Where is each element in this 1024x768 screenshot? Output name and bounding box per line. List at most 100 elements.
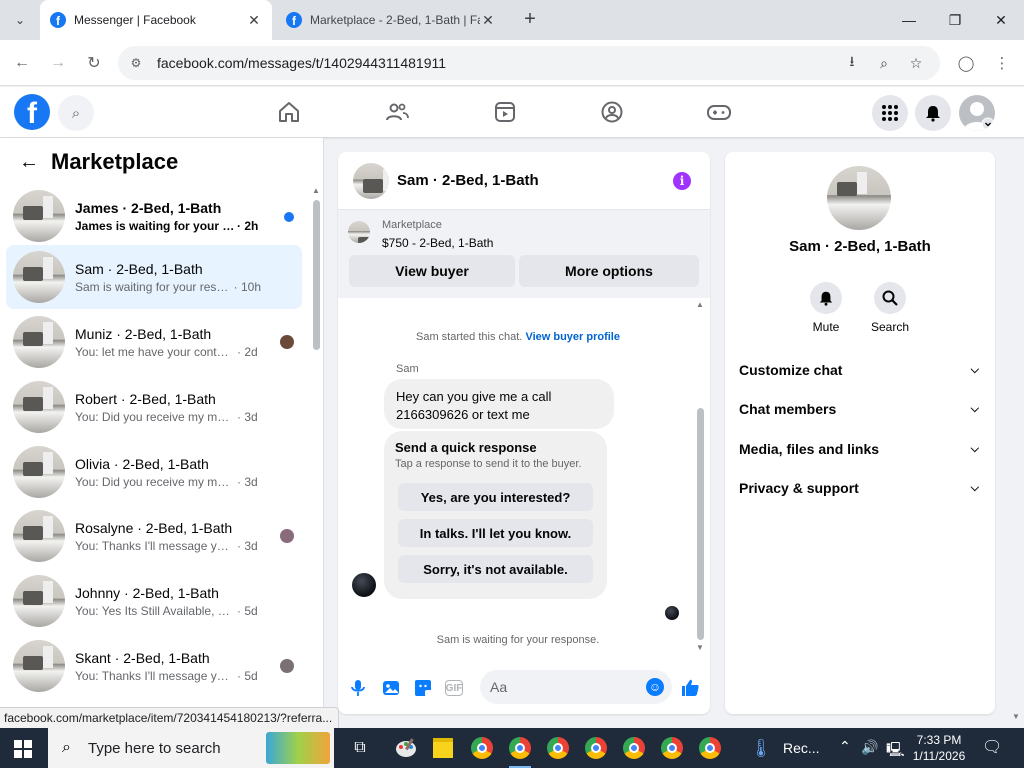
conversation-item[interactable]: Robert · 2-Bed, 1-Bath You: Did you rece…	[6, 375, 302, 439]
sticky-note-shape	[433, 738, 453, 758]
watch-icon[interactable]	[490, 97, 520, 127]
install-app-icon[interactable]: ⭳	[842, 53, 862, 73]
chat-members-section[interactable]: Chat members ⌵	[725, 389, 995, 429]
friends-icon[interactable]	[382, 97, 412, 127]
page-scroll-down-arrow-icon[interactable]: ▼	[1012, 712, 1020, 721]
network-icon[interactable]: 🖳	[886, 739, 905, 763]
taskbar-search-box[interactable]: ⌕ Type here to search	[48, 728, 334, 768]
facebook-search-icon[interactable]: ⌕	[58, 95, 94, 131]
chrome-icon[interactable]	[544, 734, 572, 762]
gif-icon[interactable]: GIF	[445, 680, 463, 696]
sticker-icon[interactable]	[413, 678, 433, 698]
scrollbar-thumb[interactable]	[313, 200, 320, 350]
thread-scrollbar[interactable]: ▲ ▼	[695, 300, 705, 652]
notification-center-icon[interactable]: 🗨	[982, 737, 1002, 757]
quick-response-option[interactable]: Yes, are you interested?	[398, 483, 593, 511]
tab-close-icon[interactable]: ✕	[480, 12, 496, 29]
reload-icon[interactable]: ↻	[82, 51, 106, 75]
account-avatar[interactable]	[959, 95, 995, 131]
list-scrollbar[interactable]: ▲	[311, 186, 321, 710]
windows-start-icon[interactable]	[14, 740, 32, 758]
conversation-item[interactable]: Rosalyne · 2-Bed, 1-Bath You: Thanks I'l…	[6, 504, 302, 568]
microphone-icon[interactable]	[348, 678, 368, 698]
privacy-support-section[interactable]: Privacy & support ⌵	[725, 468, 995, 508]
site-info-icon[interactable]: ⚙	[126, 53, 146, 73]
menu-grid-icon[interactable]	[872, 95, 908, 131]
photo-icon[interactable]	[381, 678, 401, 698]
zoom-icon[interactable]: ⌕	[874, 53, 894, 73]
browser-toolbar: ← → ↻ ⚙ facebook.com/messages/t/14029443…	[0, 40, 1024, 86]
unread-dot	[284, 212, 294, 222]
gaming-icon[interactable]	[704, 97, 734, 127]
conversation-item[interactable]: Johnny · 2-Bed, 1-Bath You: Yes Its Stil…	[6, 569, 302, 633]
groups-icon[interactable]	[597, 97, 627, 127]
conversation-item[interactable]: Skant · 2-Bed, 1-Bath You: Thanks I'll m…	[6, 634, 302, 698]
conversation-item[interactable]: Olivia · 2-Bed, 1-Bath You: Did you rece…	[6, 440, 302, 504]
sender-avatar[interactable]	[352, 573, 376, 597]
chrome-icon[interactable]	[582, 734, 610, 762]
message-input[interactable]: Aa ☺	[480, 670, 672, 704]
conversation-name: Sam · 2-Bed, 1-Bath	[75, 260, 203, 277]
conversation-preview: You: let me have your contact n...	[75, 344, 235, 359]
chrome-icon[interactable]	[506, 734, 534, 768]
facebook-logo[interactable]: f	[14, 94, 50, 130]
url-text[interactable]: facebook.com/messages/t/1402944311481911	[157, 55, 446, 71]
chrome-icon[interactable]	[658, 734, 686, 762]
forward-icon[interactable]: →	[46, 51, 70, 75]
scrollbar-thumb[interactable]	[697, 408, 704, 640]
chat-details-panel: Sam · 2-Bed, 1-Bath Mute Search Customiz…	[725, 152, 995, 714]
close-window-button[interactable]: ✕	[978, 6, 1024, 34]
scroll-down-arrow-icon[interactable]: ▼	[696, 643, 704, 652]
chat-avatar[interactable]	[353, 162, 389, 199]
bell-icon[interactable]	[810, 282, 842, 314]
chrome-icon[interactable]	[620, 734, 648, 762]
recording-label[interactable]: Rec...	[783, 740, 820, 756]
listing-price[interactable]: $750 - 2-Bed, 1-Bath	[382, 236, 493, 250]
minimize-button[interactable]: —	[886, 6, 932, 34]
profile-icon[interactable]: ◯	[954, 51, 978, 75]
conversation-item-selected[interactable]: Sam · 2-Bed, 1-Bath Sam is waiting for y…	[6, 245, 302, 309]
like-thumb-icon[interactable]	[680, 678, 700, 698]
media-files-links-section[interactable]: Media, files and links ⌵	[725, 429, 995, 469]
notifications-bell-icon[interactable]	[915, 95, 951, 131]
restore-button[interactable]: ❐	[932, 6, 978, 34]
conversation-time: · 5d	[237, 603, 258, 618]
scroll-up-arrow-icon[interactable]: ▲	[696, 300, 704, 309]
bookmark-star-icon[interactable]: ☆	[906, 53, 926, 73]
search-button[interactable]: Search	[865, 282, 915, 334]
quick-response-option[interactable]: Sorry, it's not available.	[398, 555, 593, 583]
address-bar[interactable]: ⚙ facebook.com/messages/t/14029443114819…	[118, 46, 940, 80]
chrome-icon[interactable]	[696, 734, 724, 762]
conversation-item[interactable]: James · 2-Bed, 1-Bath James is waiting f…	[6, 184, 302, 248]
paint-app-icon[interactable]	[392, 734, 420, 762]
more-options-button[interactable]: More options	[519, 255, 699, 287]
browser-menu-icon[interactable]: ⋮	[990, 51, 1014, 75]
tab-search-chevron-icon[interactable]: ⌄	[8, 8, 32, 32]
back-arrow-icon[interactable]: ←	[17, 150, 41, 174]
task-view-icon[interactable]: ⧉	[346, 734, 374, 762]
tab-close-icon[interactable]: ✕	[246, 12, 262, 29]
emoji-icon[interactable]: ☺	[646, 678, 664, 696]
chrome-icon[interactable]	[468, 734, 496, 762]
conversation-item[interactable]: Muniz · 2-Bed, 1-Bath You: let me have y…	[6, 310, 302, 374]
taskbar-clock[interactable]: 7:33 PM 1/11/2026	[905, 732, 973, 764]
thermometer-icon[interactable]: 🌡	[747, 734, 775, 762]
home-icon[interactable]	[274, 97, 304, 127]
quick-response-option[interactable]: In talks. I'll let you know.	[398, 519, 593, 547]
tab-marketplace[interactable]: f Marketplace - 2-Bed, 1-Bath | Fa ✕	[276, 0, 506, 40]
details-avatar[interactable]	[827, 166, 891, 230]
back-icon[interactable]: ←	[10, 51, 34, 75]
tray-chevron-up-icon[interactable]: ⌃	[839, 738, 851, 755]
sticky-notes-icon[interactable]	[429, 734, 457, 762]
search-icon[interactable]	[874, 282, 906, 314]
chat-title[interactable]: Sam · 2-Bed, 1-Bath	[397, 172, 539, 189]
scroll-up-arrow-icon[interactable]: ▲	[312, 186, 320, 195]
customize-chat-section[interactable]: Customize chat ⌵	[725, 350, 995, 390]
view-buyer-profile-link[interactable]: View buyer profile	[525, 331, 620, 343]
mute-button[interactable]: Mute	[801, 282, 851, 334]
tab-messenger[interactable]: f Messenger | Facebook ✕	[40, 0, 272, 40]
new-tab-button[interactable]: +	[518, 8, 542, 32]
volume-icon[interactable]: 🔊	[861, 739, 878, 756]
info-icon[interactable]: i	[673, 172, 691, 190]
view-buyer-button[interactable]: View buyer	[349, 255, 515, 287]
